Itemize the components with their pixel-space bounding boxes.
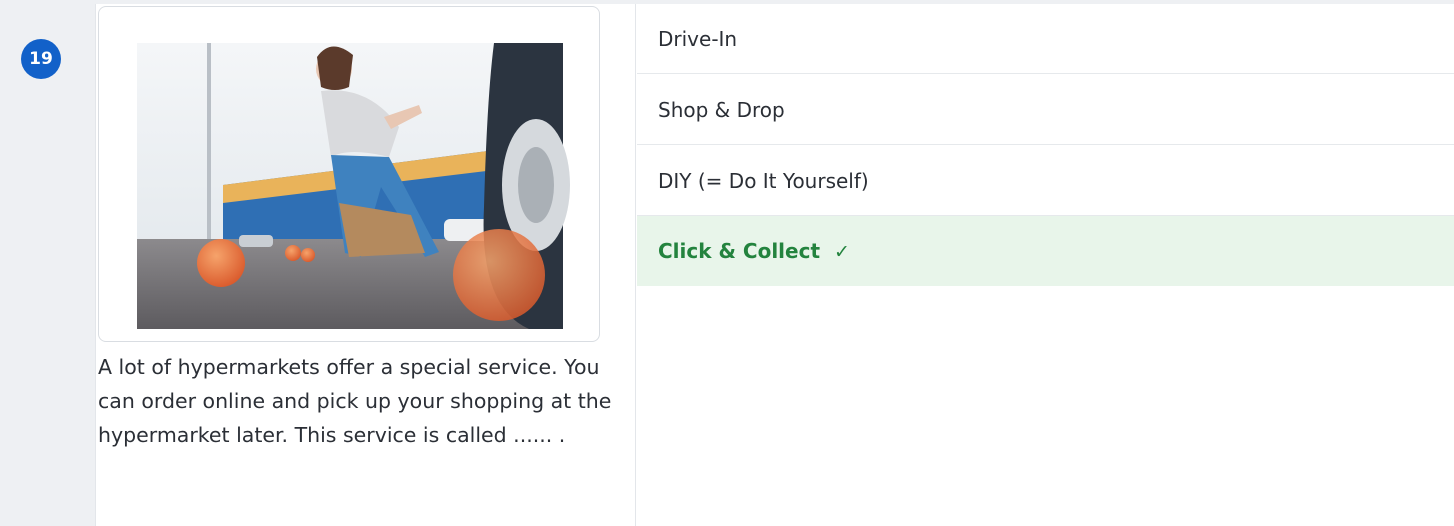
answer-option-diy[interactable]: DIY (= Do It Yourself): [637, 146, 1454, 216]
checkmark-icon: ✓: [834, 241, 850, 263]
answer-option-shop-and-drop[interactable]: Shop & Drop: [637, 75, 1454, 145]
answer-option-label: Click & Collect: [658, 239, 821, 263]
answer-option-click-and-collect[interactable]: Click & Collect ✓: [637, 216, 1454, 286]
quiz-question-row: 19 A lot of hypermarkets offer a special…: [0, 0, 1454, 526]
question-panel: A lot of hypermarkets offer a special se…: [95, 4, 636, 526]
question-image: [98, 6, 600, 342]
answer-option-label: Shop & Drop: [658, 98, 785, 122]
answer-options: Drive-In Shop & Drop DIY (= Do It Yourse…: [637, 4, 1454, 526]
question-number-badge: 19: [21, 39, 61, 79]
photo-woman-dropping-shopping-bag-parking-lot-icon: [137, 43, 570, 329]
question-text: A lot of hypermarkets offer a special se…: [98, 355, 612, 447]
answer-option-label: Drive-In: [658, 27, 738, 51]
answer-option-label: DIY (= Do It Yourself): [658, 169, 869, 193]
answer-option-drive-in[interactable]: Drive-In: [637, 4, 1454, 74]
question-number-gutter: 19: [0, 4, 95, 526]
